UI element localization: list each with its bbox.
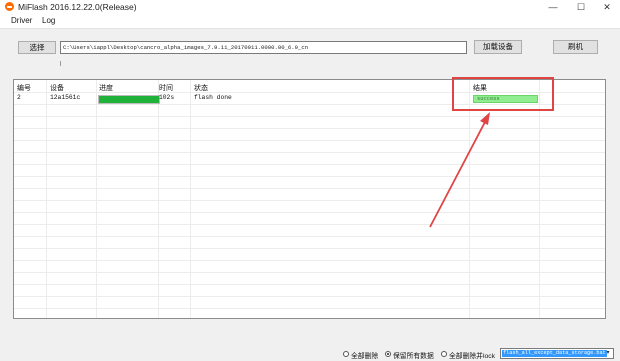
radio-clean-all-and-lock[interactable] xyxy=(441,351,447,357)
annotation-arrow xyxy=(429,112,490,228)
flash-script-value: flash_all_except_data_storage.bat xyxy=(502,350,607,357)
radio-clean-all-label[interactable]: 全部删除 xyxy=(351,350,378,360)
radio-save-user-data[interactable] xyxy=(385,351,391,357)
radio-clean-all[interactable] xyxy=(343,351,349,357)
radio-save-user-data-label[interactable]: 保留所有数据 xyxy=(393,350,434,360)
chevron-down-icon[interactable]: ▾ xyxy=(604,349,612,358)
flash-script-select[interactable]: flash_all_except_data_storage.bat ▾ xyxy=(500,348,614,359)
radio-clean-all-and-lock-label[interactable]: 全部删除并lock xyxy=(449,350,495,360)
